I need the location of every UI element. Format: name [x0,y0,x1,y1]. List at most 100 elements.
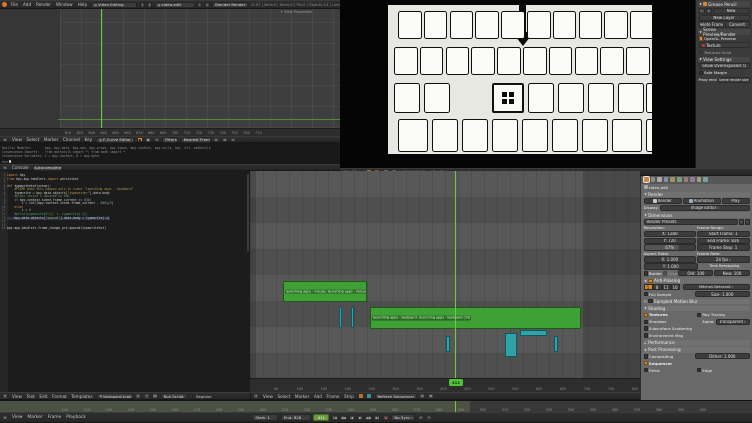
timeline-menu-marker[interactable]: Marker [26,415,44,420]
seq-menu-marker[interactable]: Marker [293,394,310,399]
graph-mode-selector[interactable]: ▦F-Curve Editor▾ [96,137,134,143]
tab-render[interactable] [644,177,649,182]
textured-solid-checkbox[interactable] [699,50,703,54]
border-checkbox[interactable] [644,271,648,275]
only-selected-filter-icon[interactable]: ● [137,137,143,143]
code-area[interactable]: 1import bpy2from bpy.app.handlers import… [0,174,248,231]
console-prompt[interactable]: >>> [2,160,11,164]
play-reverse-button[interactable]: ◀ [349,415,355,421]
aa-sample-8-button[interactable]: 8 [653,284,662,290]
seq-menu-select[interactable]: Select [276,394,292,399]
seq-menu-view[interactable]: View [262,394,275,399]
tab-constraints[interactable] [677,177,682,182]
text-menu-format[interactable]: Format [51,394,69,399]
resolution-y-field[interactable]: Y: 720 [644,238,697,244]
keying-set-add-icon[interactable]: + [418,415,424,421]
effect-strip[interactable] [446,336,450,352]
text-menu-view[interactable]: View [11,394,24,399]
main-menu-file[interactable]: File [10,2,20,7]
run-script-button[interactable]: Run Script [161,393,187,399]
current-frame-badge[interactable]: 411 [449,379,463,386]
opengl-preview-checkbox[interactable] [699,36,703,40]
keying-set-remove-icon[interactable]: − [426,415,432,421]
editor-type-icon[interactable]: ▾ [2,165,8,171]
seq-menu-frame[interactable]: Frame [325,394,341,399]
magnet-snap-icon[interactable]: ∪ [230,137,236,143]
dimensions-panel-header[interactable]: ▼Dimensions [643,212,750,218]
seq-menu-add[interactable]: Add [312,394,323,399]
console-menu[interactable]: Console [11,165,31,170]
editor-type-icon[interactable]: ▾ [2,393,8,399]
tab-render-layers[interactable] [651,177,656,182]
render-engine-selector[interactable]: Blender Render▾ [212,2,248,8]
environment-map-checkbox[interactable] [644,333,648,337]
autocomplete-button[interactable]: Autocomplete [33,165,63,171]
edge-checkbox[interactable] [697,368,701,372]
tab-world[interactable] [664,177,669,182]
anti-aliasing-checkbox[interactable] [648,279,652,283]
text-menu-edit[interactable]: Edit [38,394,49,399]
anti-aliasing-panel-header[interactable]: ▼Anti-Aliasing [643,278,750,284]
main-menu-help[interactable]: Help [76,2,89,7]
sampled-motion-blur-panel-header[interactable]: ►Sampled Motion Blur [643,299,750,305]
graph-menu-view[interactable]: View [11,137,24,142]
text-scrollbar[interactable] [247,174,249,252]
code-line[interactable]: 16bpy.app.handlers.frame_change_pre.appe… [0,227,248,231]
scene-strip[interactable]: launching apps - mouse: launching apps -… [283,281,367,302]
aa-sample-5-button[interactable]: 5 [644,284,653,290]
play-button[interactable]: ▶ [357,415,363,421]
aspect-y-field[interactable]: Y: 1.000 [644,263,699,269]
delete-scene-button[interactable]: ✕ [205,2,210,8]
textures-checkbox[interactable] [644,313,648,317]
grease-pencil-panel-header[interactable]: ▼Grease Pencil [698,1,750,7]
play-button[interactable]: Play [722,198,750,204]
remap-old-field[interactable]: Old: 100 [678,270,713,276]
render-presets-dropdown[interactable]: Render Presets [644,219,738,225]
effect-strip[interactable] [554,336,558,352]
aa-sample-11-button[interactable]: 11 [662,284,671,290]
timeline[interactable]: 1101201301401501601701801902002102202302… [0,400,752,412]
scene-strip[interactable]: launching apps - keyboard: launching app… [370,307,581,329]
remap-new-field[interactable]: New: 100 [714,270,749,276]
text-menu-templates[interactable]: Templates [70,394,94,399]
autosnap-selector[interactable]: Nearest Frame▾ [181,137,211,143]
text-menu-text[interactable]: Text [25,394,36,399]
sound-strip-icon[interactable] [366,393,372,399]
effect-strip[interactable] [520,330,547,336]
display-dropdown[interactable]: Image Editor▾ [660,205,750,211]
scene-preview-panel-header[interactable]: ▼Scene Preview/Render [698,29,750,35]
pivot-icon[interactable]: ◎ [213,137,219,143]
draw-icon[interactable]: ✎ [699,8,705,14]
gp-new-button[interactable]: New [713,8,750,14]
aa-filter-dropdown[interactable]: Mitchell-Netravali▾ [683,284,750,290]
tab-texture[interactable] [697,177,702,182]
scene-strip-icon[interactable] [358,393,364,399]
word-wrap-toggle-icon[interactable]: ↩ [144,393,150,399]
safe-margin-checkbox[interactable] [699,71,703,75]
aa-size-field[interactable]: Size: 1.000 [695,291,750,297]
effect-strip[interactable] [339,307,342,328]
frame-rate-dropdown[interactable]: 24 fps▾ [697,256,750,262]
sequencer-playhead[interactable] [455,171,456,390]
record-button[interactable]: ● [383,415,389,421]
add-preset-button[interactable]: + [739,219,744,225]
aa-sample-16-button[interactable]: 16 [671,284,680,290]
graph-playhead[interactable] [101,9,102,136]
graph-menu-select[interactable]: Select [25,137,41,142]
graph-menu-marker[interactable]: Marker [42,137,59,142]
sequencer-checkbox[interactable] [644,361,648,365]
crop-checkbox[interactable] [663,271,667,275]
sequencer-ruler[interactable]: 5010015020025030035040045050055060065070… [250,378,640,392]
editor-type-icon[interactable]: ▾ [2,415,8,421]
text-datablock-selector[interactable]: ▦keyboard-typing✕ [97,393,133,399]
performance-panel-header[interactable]: ►Performance [643,340,750,346]
next-keyframe-button[interactable]: ▶▶ [366,415,372,421]
ghost-curves-icon[interactable]: ∿ [154,137,160,143]
timeline-menu-playback[interactable]: Playback [65,415,88,420]
syntax-highlight-toggle-icon[interactable]: ab [152,393,158,399]
render-panel-header[interactable]: ▼Render [643,192,750,198]
sync-dropdown[interactable]: No Sync▾ [391,414,415,421]
resolution-x-field[interactable]: X: 1280 [644,231,697,237]
proxy-render-size-dropdown[interactable]: Scene render size [718,77,750,83]
snap-icon[interactable]: ⊡ [419,393,425,399]
